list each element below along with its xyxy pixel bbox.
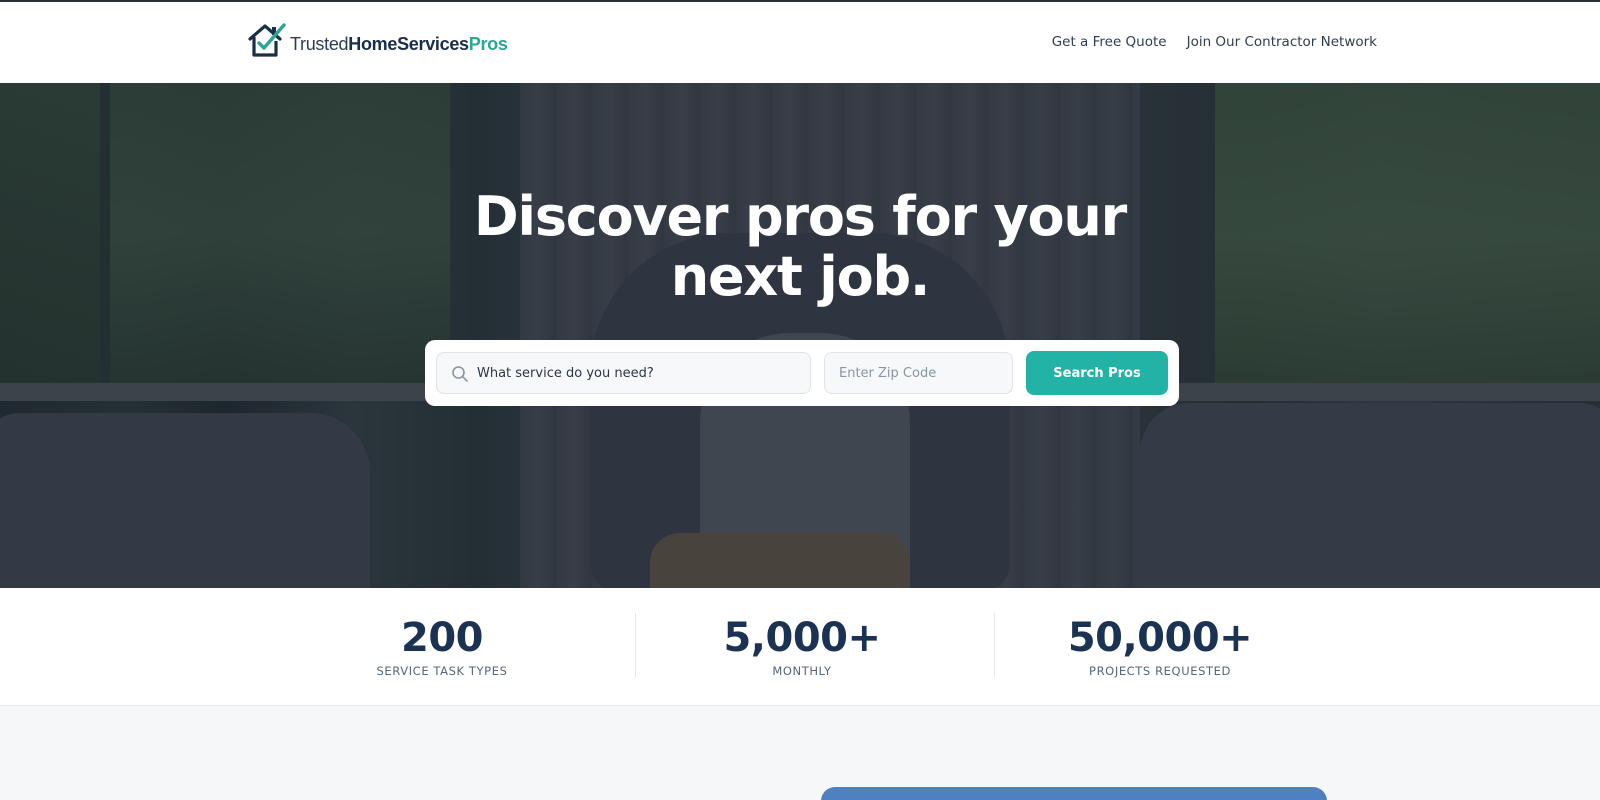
stat-service-task-types: 200 SERVICE TASK TYPES (277, 616, 607, 678)
stat-label: SERVICE TASK TYPES (376, 664, 508, 678)
logo-text-part3: Pros (468, 34, 508, 54)
stat-monthly: 5,000+ MONTHLY (637, 616, 967, 678)
stat-label: PROJECTS REQUESTED (1089, 664, 1231, 678)
hero-title: Discover pros for your next job. (473, 185, 1127, 308)
service-search-field[interactable] (436, 352, 811, 394)
nav-link-join-network[interactable]: Join Our Contractor Network (1187, 34, 1377, 50)
house-check-icon (248, 23, 286, 57)
search-bar: Search Pros (425, 340, 1179, 406)
logo-text-part2: HomeServices (348, 34, 469, 54)
nav-link-get-quote[interactable]: Get a Free Quote (1052, 34, 1167, 50)
stat-value: 50,000+ (1067, 615, 1253, 661)
logo-text-part1: Trusted (290, 34, 349, 54)
lower-section (0, 707, 1600, 800)
stat-value: 5,000+ (723, 615, 881, 661)
logo[interactable]: TrustedHomeServicesPros (247, 20, 508, 60)
logo-text: TrustedHomeServicesPros (290, 27, 508, 53)
hero-section: Discover pros for your next job. Search … (0, 83, 1600, 588)
main-nav: Get a Free Quote Join Our Contractor Net… (1052, 34, 1377, 50)
stat-projects-requested: 50,000+ PROJECTS REQUESTED (995, 616, 1325, 678)
blue-card (821, 787, 1327, 800)
site-header: TrustedHomeServicesPros Get a Free Quote… (0, 2, 1600, 83)
stats-bar: 200 SERVICE TASK TYPES 5,000+ MONTHLY 50… (0, 588, 1600, 706)
search-icon (452, 366, 468, 382)
search-pros-button[interactable]: Search Pros (1026, 351, 1168, 395)
service-input[interactable] (477, 353, 807, 393)
stat-divider (635, 613, 636, 677)
stat-label: MONTHLY (772, 664, 832, 678)
hero-dark-overlay (0, 83, 1600, 588)
zip-code-input[interactable] (824, 352, 1013, 394)
stat-value: 200 (401, 615, 484, 661)
